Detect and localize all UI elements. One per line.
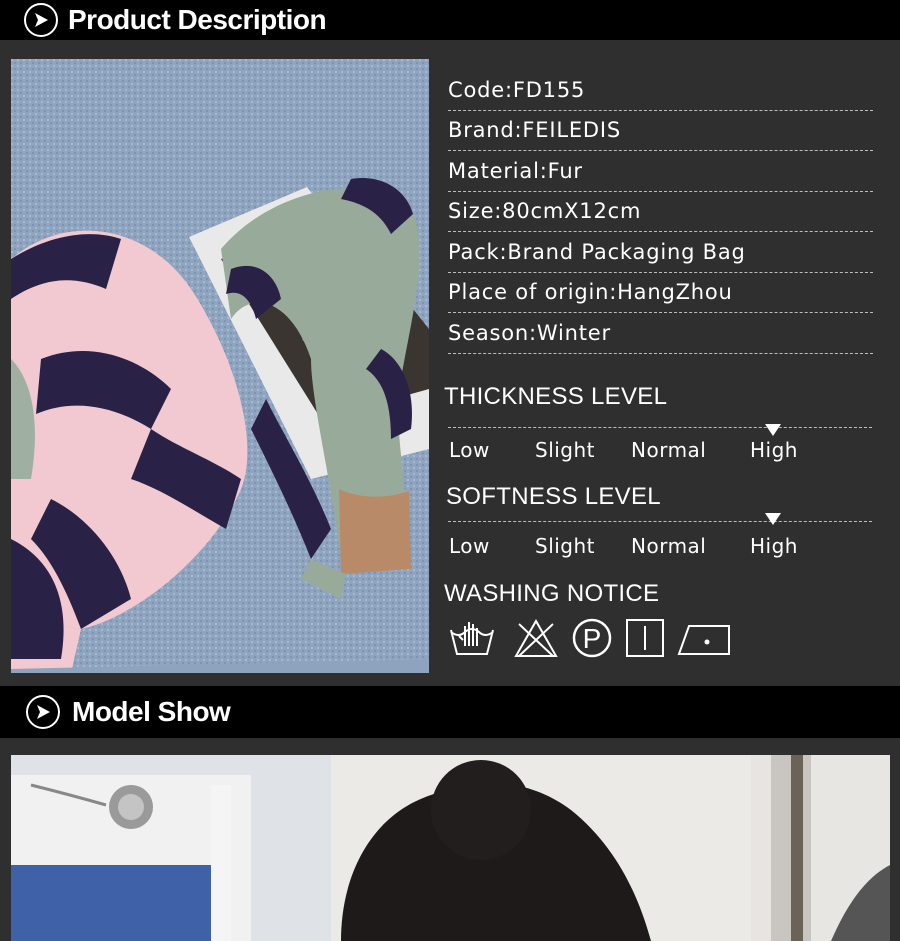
spec-brand: Brand:FEILEDIS [448,111,873,151]
softness-label-slight: Slight [535,534,596,558]
play-arrow-icon [26,695,60,729]
spec-material: Material:Fur [448,151,873,192]
softness-label-low: Low [449,534,490,558]
spec-list: Code:FD155 Brand:FEILEDIS Material:Fur S… [448,70,873,354]
product-photo: TH A IEW [11,59,429,673]
model-show-header: Model Show [0,686,900,738]
spec-origin: Place of origin:HangZhou [448,273,873,313]
product-description-header: Product Description [0,0,900,40]
thickness-label-low: Low [449,438,490,462]
thickness-label-slight: Slight [535,438,596,462]
spec-season: Season:Winter [448,313,873,354]
softness-scale-line [448,521,872,522]
hand-wash-icon [450,622,494,655]
thickness-label-high: High [750,438,798,462]
softness-label-high: High [750,534,798,558]
no-bleach-icon [514,618,558,657]
spec-code: Code:FD155 [448,70,873,111]
thickness-level-title: THICKNESS LEVEL [444,383,668,410]
thickness-marker-icon [765,424,781,436]
softness-marker-icon [765,513,781,525]
dry-clean-p-icon: P [572,618,612,658]
spec-size: Size:80cmX12cm [448,192,873,232]
play-arrow-icon [24,3,58,37]
spec-pack: Pack:Brand Packaging Bag [448,232,873,273]
line-dry-icon [626,619,664,657]
washing-notice-title: WASHING NOTICE [444,580,660,607]
softness-level-title: SOFTNESS LEVEL [446,483,661,510]
thickness-scale-line [448,427,872,428]
section-title: Model Show [72,696,231,727]
section-title: Product Description [68,4,327,35]
softness-label-normal: Normal [631,534,707,558]
svg-text:P: P [583,623,602,654]
model-photo [11,755,890,941]
low-iron-icon [677,625,730,655]
thickness-label-normal: Normal [631,438,707,462]
